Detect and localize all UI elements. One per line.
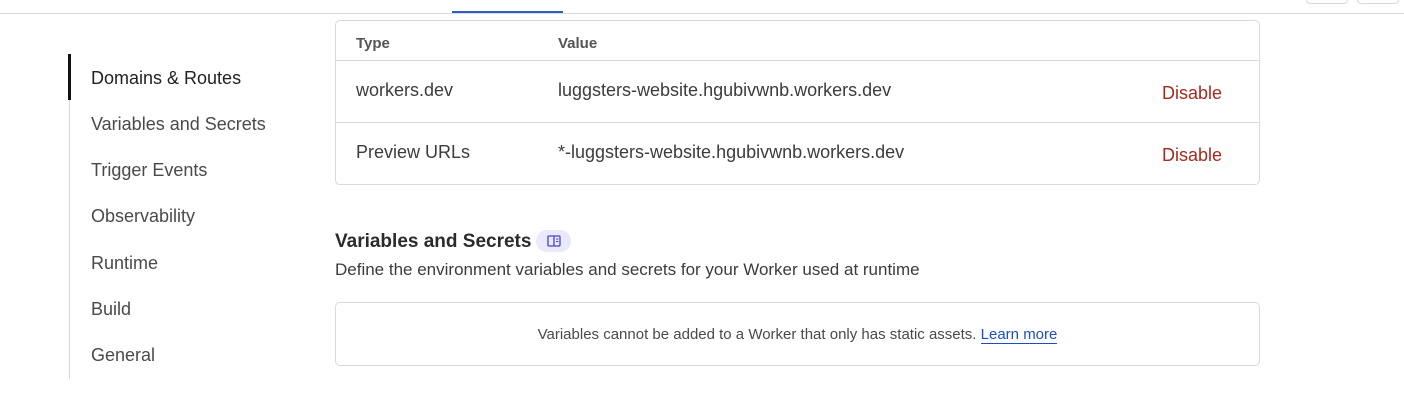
top-action-button[interactable] [1306,0,1348,4]
row-type-preview-urls: Preview URLs [356,142,471,162]
learn-more-link[interactable]: Learn more [980,326,1058,344]
column-header-type: Type [356,35,390,52]
sidebar-item-trigger-events[interactable]: Trigger Events [91,160,207,181]
row-value-workers-dev: luggsters-website.hgubivwnb.workers.dev [558,80,892,100]
disable-workers-dev-button[interactable]: Disable [1162,83,1222,104]
sidebar-item-runtime[interactable]: Runtime [91,253,158,274]
documentation-link-badge[interactable] [536,230,571,252]
sidebar-item-domains-routes[interactable]: Domains & Routes [91,68,241,89]
sidebar-item-general[interactable]: General [91,345,155,366]
row-value-preview-urls: *-luggsters-website.hgubivwnb.workers.de… [558,142,905,162]
section-description: Define the environment variables and sec… [335,260,920,279]
row-divider [336,60,1259,61]
settings-sidebar: Domains & Routes Variables and Secrets T… [68,54,266,379]
notice-text: Variables cannot be added to a Worker th… [537,326,977,343]
notice-message: Variables cannot be added to a Worker th… [336,326,1259,344]
sidebar-item-observability[interactable]: Observability [91,206,195,227]
row-divider [336,122,1259,123]
book-icon [546,235,561,247]
domains-routes-table: Type Value workers.dev luggsters-website… [335,20,1260,185]
sidebar-active-indicator [68,54,71,100]
active-tab-indicator [452,11,563,13]
variables-notice-card: Variables cannot be added to a Worker th… [335,302,1260,366]
top-action-button[interactable] [1357,0,1399,4]
disable-preview-urls-button[interactable]: Disable [1162,145,1222,166]
row-type-workers-dev: workers.dev [356,80,454,100]
column-header-value: Value [558,35,598,52]
sidebar-item-variables-secrets[interactable]: Variables and Secrets [91,114,266,135]
section-title-variables-secrets: Variables and Secrets [335,231,532,252]
sidebar-item-build[interactable]: Build [91,299,131,320]
top-tab-bar [0,0,1404,14]
